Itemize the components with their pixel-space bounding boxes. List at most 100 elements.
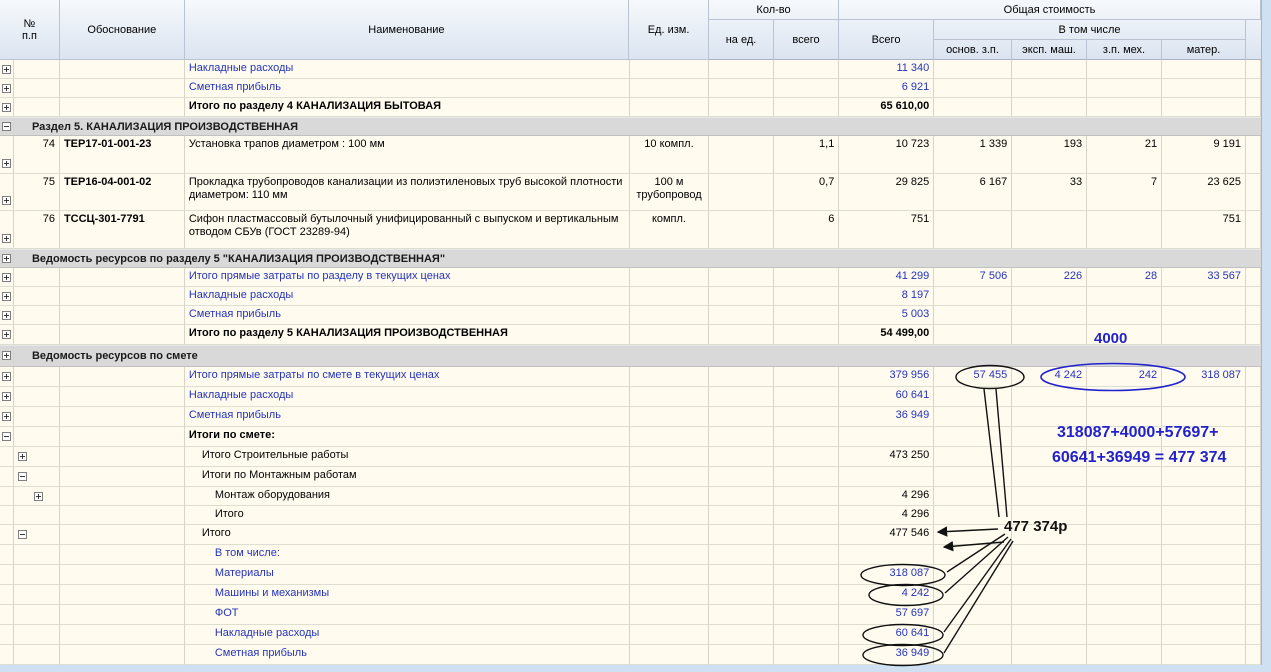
row-num-cell[interactable]: 75 xyxy=(13,174,60,211)
spacer-cell[interactable] xyxy=(1246,545,1262,565)
cost-osn-zp-cell[interactable] xyxy=(934,60,1013,79)
cost-zp-mech-cell[interactable] xyxy=(1087,487,1163,506)
grid-row[interactable]: Накладные расходы 60 641 xyxy=(0,625,1262,645)
qty-total-cell[interactable] xyxy=(774,625,840,645)
cost-mater-cell[interactable] xyxy=(1162,525,1247,545)
row-num-cell[interactable] xyxy=(13,585,60,605)
cost-mater-cell[interactable] xyxy=(1162,467,1247,487)
grid-row[interactable]: Итого прямые затраты по разделу в текущи… xyxy=(0,268,1261,287)
qty-per-unit-cell[interactable] xyxy=(709,367,775,387)
cost-mater-cell[interactable] xyxy=(1162,325,1247,345)
code-cell[interactable] xyxy=(59,625,185,645)
grid-row[interactable]: 76 ТССЦ-301-7791 Сифон пластмассовый бутыл… xyxy=(0,211,1261,249)
cost-mater-cell[interactable]: 9 191 xyxy=(1162,136,1247,174)
cost-zp-mech-cell[interactable] xyxy=(1087,211,1163,249)
cost-total-cell[interactable]: 57 697 xyxy=(839,605,935,625)
qty-total-cell[interactable] xyxy=(774,367,840,387)
cost-osn-zp-cell[interactable] xyxy=(934,211,1013,249)
name-cell[interactable]: Итого xyxy=(184,506,630,525)
name-cell[interactable]: Сифон пластмассовый бутылочный унифициро… xyxy=(184,211,630,249)
qty-per-unit-cell[interactable] xyxy=(709,387,775,407)
unit-cell[interactable] xyxy=(629,447,710,467)
qty-per-unit-cell[interactable] xyxy=(709,427,775,447)
cost-osn-zp-cell[interactable] xyxy=(934,585,1013,605)
expand-icon[interactable] xyxy=(2,330,11,339)
cost-exp-mash-cell[interactable] xyxy=(1012,487,1088,506)
cost-total-cell[interactable]: 11 340 xyxy=(839,60,935,79)
cost-osn-zp-cell[interactable] xyxy=(934,545,1013,565)
code-cell[interactable] xyxy=(59,645,185,665)
expand-icon[interactable] xyxy=(2,372,11,381)
qty-total-cell[interactable] xyxy=(774,447,840,467)
cost-total-cell[interactable]: 5 003 xyxy=(839,306,935,325)
grid-row[interactable]: Итоги по смете: xyxy=(0,427,1261,447)
cost-osn-zp-cell[interactable] xyxy=(934,79,1013,98)
qty-total-cell[interactable]: 1,1 xyxy=(774,136,840,174)
grid-row[interactable]: Сметная прибыль 5 003 xyxy=(0,306,1261,325)
spacer-cell[interactable] xyxy=(1246,367,1261,387)
code-cell[interactable] xyxy=(59,467,185,487)
row-num-cell[interactable]: 74 xyxy=(13,136,60,174)
cost-mater-cell[interactable] xyxy=(1162,427,1247,447)
row-num-cell[interactable] xyxy=(13,407,60,427)
cost-total-cell[interactable]: 473 250 xyxy=(839,447,935,467)
qty-total-cell[interactable] xyxy=(774,605,840,625)
qty-per-unit-cell[interactable] xyxy=(709,211,775,249)
cost-exp-mash-cell[interactable] xyxy=(1012,427,1088,447)
cost-mater-cell[interactable] xyxy=(1162,387,1247,407)
row-num-cell[interactable] xyxy=(13,306,60,325)
cost-zp-mech-cell[interactable] xyxy=(1087,387,1163,407)
expand-icon[interactable] xyxy=(2,253,11,263)
qty-per-unit-cell[interactable] xyxy=(709,325,775,345)
cost-zp-mech-cell[interactable] xyxy=(1087,98,1163,117)
cost-zp-mech-cell[interactable] xyxy=(1087,427,1163,447)
code-cell[interactable] xyxy=(59,367,185,387)
unit-cell[interactable] xyxy=(629,525,710,545)
cost-mater-cell[interactable] xyxy=(1162,306,1247,325)
cost-zp-mech-cell[interactable]: 28 xyxy=(1087,268,1163,287)
unit-cell[interactable]: компл. xyxy=(629,211,710,249)
qty-total-cell[interactable] xyxy=(774,268,840,287)
cost-zp-mech-cell[interactable] xyxy=(1087,625,1163,645)
code-cell[interactable] xyxy=(59,447,185,467)
cost-exp-mash-cell[interactable] xyxy=(1012,407,1088,427)
collapse-icon[interactable] xyxy=(18,472,27,481)
name-cell[interactable]: Накладные расходы xyxy=(184,625,630,645)
cost-total-cell[interactable]: 318 087 xyxy=(839,565,935,585)
name-cell[interactable]: Материалы xyxy=(184,565,630,585)
grid-row[interactable]: 74 ТЕР17-01-001-23 Установка трапов диамет… xyxy=(0,136,1261,174)
grid-row[interactable]: Итого по разделу 4 КАНАЛИЗАЦИЯ БЫТОВАЯ 65… xyxy=(0,98,1261,117)
grid-row[interactable]: Итого Строительные работы 473 250 xyxy=(0,447,1261,467)
cost-zp-mech-cell[interactable] xyxy=(1087,506,1163,525)
spacer-cell[interactable] xyxy=(1246,211,1261,249)
code-cell[interactable] xyxy=(59,525,185,545)
unit-cell[interactable] xyxy=(629,325,710,345)
qty-total-cell[interactable] xyxy=(774,525,840,545)
code-cell[interactable] xyxy=(59,605,185,625)
cost-exp-mash-cell[interactable] xyxy=(1012,565,1088,585)
code-cell[interactable] xyxy=(59,79,185,98)
grid-row[interactable]: Монтаж оборудования 4 296 xyxy=(0,487,1262,506)
name-cell[interactable]: Накладные расходы xyxy=(184,387,630,407)
qty-total-cell[interactable] xyxy=(774,427,840,447)
cost-exp-mash-cell[interactable] xyxy=(1012,525,1088,545)
cost-total-cell[interactable]: 8 197 xyxy=(839,287,935,306)
row-num-cell[interactable] xyxy=(13,367,60,387)
expand-icon[interactable] xyxy=(2,310,11,320)
expand-icon[interactable] xyxy=(2,234,11,243)
cost-exp-mash-cell[interactable] xyxy=(1012,506,1088,525)
qty-total-cell[interactable] xyxy=(774,60,840,79)
cost-zp-mech-cell[interactable]: 242 xyxy=(1087,367,1163,387)
cost-zp-mech-cell[interactable] xyxy=(1087,525,1163,545)
qty-per-unit-cell[interactable] xyxy=(709,268,775,287)
code-cell[interactable] xyxy=(59,325,185,345)
cost-zp-mech-cell[interactable] xyxy=(1087,645,1163,665)
unit-cell[interactable] xyxy=(629,60,710,79)
unit-cell[interactable] xyxy=(629,287,710,306)
code-cell[interactable] xyxy=(59,268,185,287)
grid-row[interactable]: Накладные расходы 8 197 xyxy=(0,287,1261,306)
cost-mater-cell[interactable] xyxy=(1162,585,1247,605)
cost-osn-zp-cell[interactable] xyxy=(934,306,1013,325)
cost-mater-cell[interactable] xyxy=(1162,79,1247,98)
spacer-cell[interactable] xyxy=(1246,427,1261,447)
